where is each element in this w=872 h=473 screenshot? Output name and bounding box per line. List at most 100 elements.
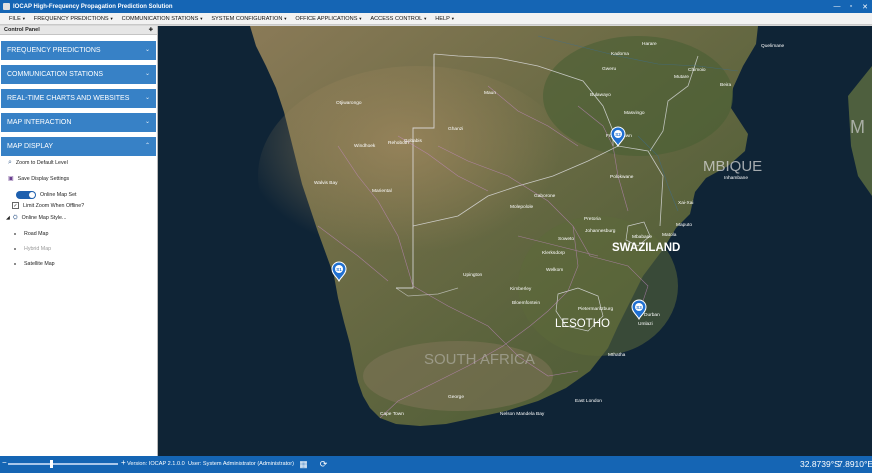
label-polokwane: Polokwane bbox=[610, 174, 634, 180]
longitude-readout: 7.8910°E bbox=[838, 459, 872, 469]
caret-down-icon: ▼ bbox=[283, 16, 288, 21]
section-map-interaction[interactable]: MAP INTERACTION ⌄ bbox=[1, 113, 156, 132]
online-map-set-toggle[interactable]: Online Map Set bbox=[16, 191, 77, 199]
marker-label: S1 bbox=[336, 267, 342, 272]
label-durban: Durban bbox=[644, 312, 660, 318]
menu-access-control[interactable]: ACCESS CONTROL ▼ bbox=[366, 13, 431, 24]
pin-icon[interactable]: ✚ bbox=[149, 27, 153, 33]
status-bar: − + Version: IOCAP 2.1.0.0 User: System … bbox=[0, 456, 872, 473]
section-frequency-predictions[interactable]: FREQUENCY PREDICTIONS ⌄ bbox=[1, 41, 156, 60]
label-mthatha: Mthatha bbox=[608, 352, 626, 358]
chevron-up-icon: ⌃ bbox=[144, 143, 150, 149]
menu-file[interactable]: FILE ▼ bbox=[5, 13, 30, 24]
grid-layout-icon[interactable]: ▦ bbox=[298, 459, 309, 470]
save-display-option[interactable]: ▣ Save Display Settings bbox=[8, 176, 69, 182]
menu-bar: FILE ▼ FREQUENCY PREDICTIONS ▼ COMMUNICATI… bbox=[0, 13, 872, 25]
style-road-map[interactable]: Road Map bbox=[14, 231, 48, 237]
maximize-button[interactable]: ▫ bbox=[844, 0, 858, 13]
latitude-readout: 32.8739°S bbox=[800, 459, 840, 469]
checkbox-checked-icon[interactable]: ✓ bbox=[12, 202, 19, 209]
menu-office-applications[interactable]: OFFICE APPLICATIONS ▼ bbox=[291, 13, 366, 24]
label-klerksdorp: Klerksdorp bbox=[542, 250, 565, 256]
label-soweto: Soweto bbox=[558, 236, 574, 242]
app-icon bbox=[3, 3, 10, 10]
refresh-icon[interactable]: ⟳ bbox=[318, 459, 329, 470]
chevron-down-icon: ⌄ bbox=[144, 95, 150, 101]
chevron-down-icon: ⌄ bbox=[144, 71, 150, 77]
section-map-display[interactable]: MAP DISPLAY ⌃ bbox=[1, 137, 156, 156]
chevron-down-icon: ⌄ bbox=[144, 47, 150, 53]
label-beira: Beira bbox=[720, 82, 732, 88]
label-maun: Maun bbox=[484, 90, 496, 96]
magnifier-icon: ⌕ bbox=[8, 159, 12, 166]
label-mozambique: MBIQUE bbox=[703, 158, 762, 175]
limit-zoom-checkbox[interactable]: ✓ Limit Zoom When Offline? bbox=[12, 202, 84, 209]
label-windhoek: Windhoek bbox=[354, 143, 376, 149]
label-molepolole: Molepolole bbox=[510, 204, 534, 210]
section-communication-stations[interactable]: COMMUNICATION STATIONS ⌄ bbox=[1, 65, 156, 84]
zoom-out-icon[interactable]: − bbox=[2, 458, 7, 467]
menu-communication-stations[interactable]: COMMUNICATION STATIONS ▼ bbox=[118, 13, 208, 24]
label-m-edge: M bbox=[850, 117, 865, 137]
bullet-icon bbox=[14, 263, 16, 265]
label-xai-xai: Xai-Xai bbox=[678, 200, 693, 206]
chevron-down-icon: ⌄ bbox=[144, 119, 150, 125]
label-ghanzi: Ghanzi bbox=[448, 126, 463, 132]
label-kimberley: Kimberley bbox=[510, 286, 532, 292]
label-maputo: Maputo bbox=[676, 222, 692, 228]
zoom-slider[interactable]: − + bbox=[2, 458, 126, 468]
caret-down-icon: ▼ bbox=[21, 16, 26, 21]
caret-down-icon: ▼ bbox=[199, 16, 204, 21]
menu-help[interactable]: HELP ▼ bbox=[431, 13, 459, 24]
label-chimoio: Chimoio bbox=[688, 67, 706, 73]
caret-down-icon: ▼ bbox=[358, 16, 363, 21]
label-bulawayo: Bulawayo bbox=[590, 92, 611, 98]
menu-system-configuration[interactable]: SYSTEM CONFIGURATION ▼ bbox=[207, 13, 291, 24]
version-label: Version: IOCAP 2.1.0.0 bbox=[127, 461, 185, 467]
zoom-default-option[interactable]: ⌕ Zoom to Default Level bbox=[8, 159, 68, 166]
caret-down-icon: ▼ bbox=[423, 16, 428, 21]
label-gweru: Gweru bbox=[602, 66, 616, 72]
label-quelimane: Quelimane bbox=[761, 43, 785, 49]
close-button[interactable]: ✕ bbox=[858, 0, 872, 13]
label-johannesburg: Johannesburg bbox=[585, 228, 616, 234]
map-view[interactable]: SWAZILAND LESOTHO MBIQUE SOUTH AFRICA M … bbox=[158, 26, 872, 456]
label-george: George bbox=[448, 394, 464, 400]
label-kadoma: Kadoma bbox=[611, 51, 629, 57]
label-gobabis: Gobabis bbox=[404, 138, 422, 144]
toggle-switch[interactable] bbox=[16, 191, 36, 199]
map-style-icon: ⛭ bbox=[12, 215, 18, 221]
window-title: IOCAP High-Frequency Propagation Predict… bbox=[13, 3, 173, 10]
marker-label: S3 bbox=[636, 305, 642, 310]
label-matola: Matola bbox=[662, 232, 677, 238]
bullet-icon bbox=[14, 233, 16, 235]
title-bar: IOCAP High-Frequency Propagation Predict… bbox=[0, 0, 872, 13]
label-pretoria: Pretoria bbox=[584, 216, 601, 222]
zoom-in-icon[interactable]: + bbox=[121, 458, 126, 467]
menu-frequency-predictions[interactable]: FREQUENCY PREDICTIONS ▼ bbox=[30, 13, 118, 24]
window-controls: — ▫ ✕ bbox=[830, 0, 872, 13]
minimize-button[interactable]: — bbox=[830, 0, 844, 13]
save-icon: ▣ bbox=[8, 176, 14, 182]
label-inhambane: Inhambane bbox=[724, 175, 748, 181]
control-panel: Control Panel ✚ FREQUENCY PREDICTIONS ⌄ … bbox=[0, 26, 158, 456]
marker-label: S2 bbox=[615, 132, 621, 137]
label-gaborone: Gaborone bbox=[534, 193, 556, 199]
bullet-icon bbox=[14, 248, 16, 250]
style-hybrid-map[interactable]: Hybrid Map bbox=[14, 246, 51, 252]
caret-down-icon: ▼ bbox=[450, 16, 455, 21]
label-cape-town: Cape Town bbox=[380, 411, 404, 417]
style-satellite-map[interactable]: Satellite Map bbox=[14, 261, 55, 267]
label-swaziland: SWAZILAND bbox=[612, 242, 680, 254]
label-welkom: Welkom bbox=[546, 267, 563, 273]
zoom-slider-thumb[interactable] bbox=[50, 460, 53, 468]
zimbabwe-vegetation bbox=[543, 36, 733, 156]
label-masvingo: Masvingo bbox=[624, 110, 645, 116]
section-real-time-charts[interactable]: REAL-TIME CHARTS AND WEBSITES ⌄ bbox=[1, 89, 156, 108]
user-label: User: System Administrator (Administrato… bbox=[188, 461, 294, 467]
label-mariental: Mariental bbox=[372, 188, 392, 194]
satellite-map[interactable]: SWAZILAND LESOTHO MBIQUE SOUTH AFRICA M … bbox=[158, 26, 872, 456]
label-umlazi: Umlazi bbox=[638, 321, 653, 327]
control-panel-header: Control Panel ✚ bbox=[0, 26, 157, 35]
online-map-style-option[interactable]: ◢ ⛭ Online Map Style... bbox=[6, 215, 66, 221]
